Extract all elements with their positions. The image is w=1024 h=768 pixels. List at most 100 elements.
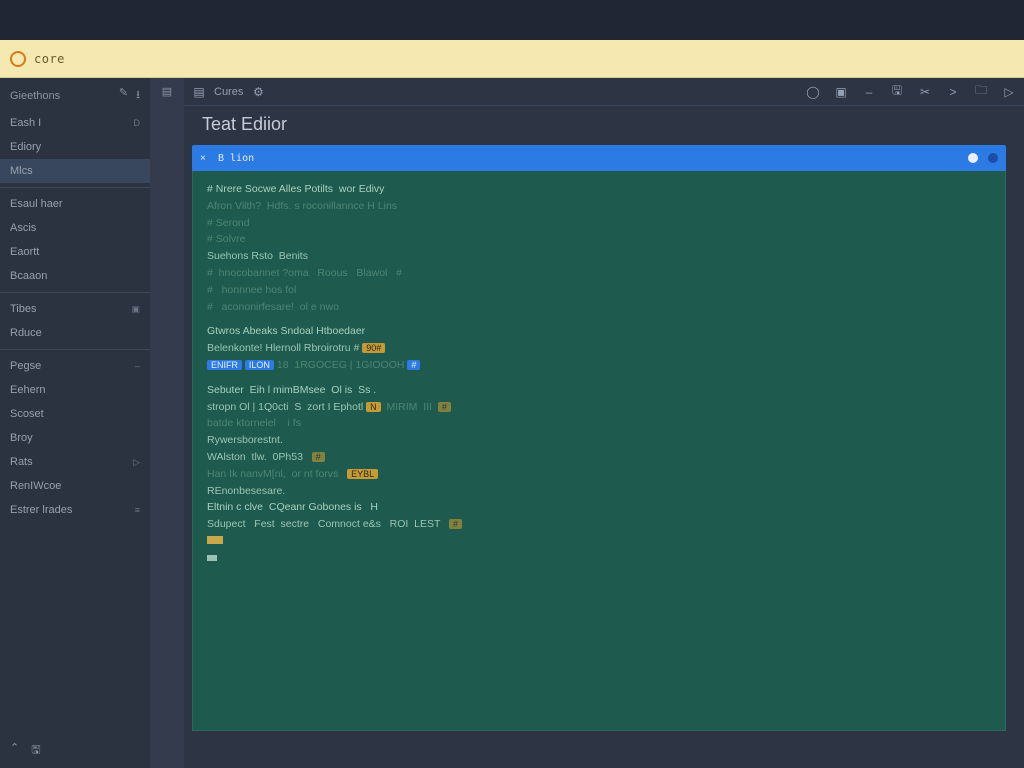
- sidebar-item-label: Esaul haer: [10, 198, 63, 210]
- code-line: # Solvre: [207, 231, 991, 248]
- sidebar-item-12[interactable]: Broy: [0, 426, 150, 450]
- toolbar-filename: Cures: [214, 86, 243, 98]
- sidebar-item-label: Rduce: [10, 327, 42, 339]
- sidebar-item-label: Rats: [10, 456, 33, 468]
- sidebar-item-label: Ascis: [10, 222, 36, 234]
- sidebar-divider: [0, 292, 150, 293]
- sidebar-item-15[interactable]: Estrer lrades ≡: [0, 498, 150, 522]
- sidebar-item-6[interactable]: Bcaaon: [0, 264, 150, 288]
- sidebar-item-label: Eash I: [10, 117, 41, 129]
- toolbar-folder-icon[interactable]: [974, 85, 988, 99]
- pencil-icon[interactable]: [119, 86, 128, 105]
- sidebar-item-label: Scoset: [10, 408, 44, 420]
- sidebar-item-7[interactable]: Tibes ▣: [0, 297, 150, 321]
- sidebar-item-label: Eaortt: [10, 246, 39, 258]
- sidebar-item-13[interactable]: Rats ▷: [0, 450, 150, 474]
- code-line: Sebuter Eih l mimBMsee Ol is Ss .: [207, 382, 991, 399]
- code-line: REnonbesesare.: [207, 483, 991, 500]
- code-line: Han Ik nanvM[nl, or nt forvs EYBL: [207, 466, 991, 483]
- sidebar-item-meta: D: [134, 118, 141, 128]
- code-line: Sdupect Fest sectre Comnoct e&s ROI LEST…: [207, 516, 991, 533]
- code-line: Rywersborestnt.: [207, 432, 991, 449]
- code-line: Belenkonte! Hlernoll Rbroirotru # 90#: [207, 340, 991, 357]
- sidebar-item-0[interactable]: Eash I D: [0, 111, 150, 135]
- tab-filename: B lion: [218, 153, 254, 164]
- sidebar-item-meta: –: [135, 361, 140, 371]
- tab-indicator-icon[interactable]: [988, 153, 998, 163]
- code-line: ENIFR ILON 18 1RGOCEG | 1GIOOOH #: [207, 357, 991, 374]
- gear-icon[interactable]: [251, 85, 265, 99]
- sidebar-item-10[interactable]: Eehern: [0, 378, 150, 402]
- code-badge: 90#: [362, 343, 385, 353]
- code-line: # honnnee hos fol: [207, 282, 991, 299]
- sync-icon[interactable]: [10, 741, 19, 760]
- code-badge: #: [449, 519, 462, 529]
- code-line: batde ktornelel i fs: [207, 415, 991, 432]
- sidebar-item-3[interactable]: Esaul haer: [0, 192, 150, 216]
- sidebar-item-14[interactable]: RenIWcoe: [0, 474, 150, 498]
- toolbar-panel-icon[interactable]: [834, 85, 848, 99]
- tab-indicator-icon[interactable]: [968, 153, 978, 163]
- sidebar-item-label: Pegse: [10, 360, 41, 372]
- code-badge: EYBL: [347, 469, 378, 479]
- sidebar-divider: [0, 187, 150, 188]
- sidebar-item-8[interactable]: Rduce: [0, 321, 150, 345]
- editor-tab-strip[interactable]: × B lion: [192, 145, 1006, 171]
- code-editor[interactable]: # Nrere Socwe Alles Potilts wor Edivy Af…: [192, 171, 1006, 731]
- sidebar-item-meta: ▷: [133, 457, 140, 468]
- download-icon[interactable]: [136, 86, 140, 105]
- sidebar-item-label: RenIWcoe: [10, 480, 61, 492]
- code-line: # Serond: [207, 215, 991, 232]
- code-badge: ILON: [245, 360, 274, 370]
- tab-close-icon[interactable]: ×: [200, 153, 210, 163]
- sidebar-item-label: Mlcs: [10, 165, 33, 177]
- toolbar-minimize-icon[interactable]: [862, 85, 876, 99]
- code-line: Eltnin c clve CQeanr Gobones is H: [207, 499, 991, 516]
- home-icon[interactable]: [10, 51, 26, 67]
- toolbar-save-icon[interactable]: [890, 85, 904, 99]
- caret-icon: [207, 555, 217, 561]
- address-text: core: [34, 52, 65, 66]
- sidebar-item-label: Eehern: [10, 384, 45, 396]
- activity-gutter: [150, 78, 184, 768]
- sidebar-item-1[interactable]: Ediory: [0, 135, 150, 159]
- address-bar[interactable]: core: [0, 40, 1024, 78]
- sidebar-item-label: Tibes: [10, 303, 37, 315]
- sidebar-item-meta: ▣: [131, 304, 140, 315]
- sidebar-status-icons: [0, 733, 150, 768]
- toolbar-left: Cures: [192, 85, 265, 99]
- sidebar-item-label: Ediory: [10, 141, 41, 153]
- code-line: Suehons Rsto Benits: [207, 248, 991, 265]
- toolbar-run-icon[interactable]: [1002, 85, 1016, 99]
- gutter-doc-icon[interactable]: [160, 84, 174, 98]
- window-titlebar: [0, 0, 1024, 40]
- code-badge: ENIFR: [207, 360, 242, 370]
- sidebar-item-label: Broy: [10, 432, 33, 444]
- sidebar-item-4[interactable]: Ascis: [0, 216, 150, 240]
- toolbar-cut-icon[interactable]: [918, 85, 932, 99]
- sidebar-item-2[interactable]: Mlcs: [0, 159, 150, 183]
- toolbar-terminal-icon[interactable]: [946, 85, 960, 99]
- storage-icon[interactable]: [31, 741, 40, 760]
- file-icon[interactable]: [192, 85, 206, 99]
- code-line: Gtwros Abeaks Sndoal Htboedaer: [207, 323, 991, 340]
- code-badge: N: [366, 402, 381, 412]
- sidebar-item-label: Bcaaon: [10, 270, 47, 282]
- code-badge: #: [407, 360, 420, 370]
- code-badge: #: [312, 452, 325, 462]
- sidebar-item-9[interactable]: Pegse –: [0, 354, 150, 378]
- code-line: stropn Ol | 1Q0cti S zort I Ephotl N MIR…: [207, 399, 991, 416]
- code-line: # hnocobannet ?oma Roous Blawol #: [207, 265, 991, 282]
- code-line: [207, 533, 991, 550]
- editor-wrapper: × B lion # Nrere Socwe Alles Potilts wor…: [192, 145, 1006, 731]
- sidebar-header: Gieethons: [0, 78, 150, 111]
- editor-chrome: Gieethons Eash I D Ediory Mlcs Esaul hae…: [0, 78, 1024, 768]
- toolbar: Cures: [184, 78, 1024, 106]
- sidebar-item-5[interactable]: Eaortt: [0, 240, 150, 264]
- code-line: [207, 550, 991, 567]
- page-title: Teat Ediior: [184, 106, 1024, 145]
- toolbar-circle-icon[interactable]: [806, 85, 820, 99]
- code-badge: #: [438, 402, 451, 412]
- cursor-icon: [207, 536, 223, 544]
- sidebar-item-11[interactable]: Scoset: [0, 402, 150, 426]
